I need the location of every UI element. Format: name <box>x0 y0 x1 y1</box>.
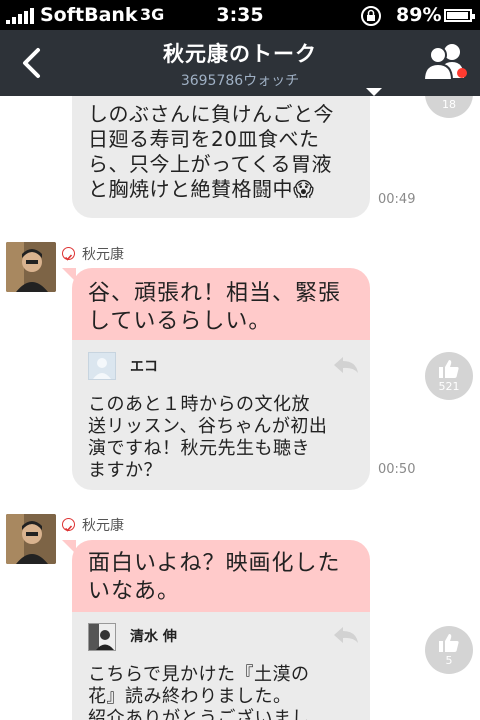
battery-icon <box>444 9 475 22</box>
like-button[interactable]: 521 <box>425 352 473 400</box>
battery-percent: 89% <box>396 4 442 26</box>
dropdown-arrow-icon <box>366 88 382 96</box>
sender-name: 秋元康 <box>82 518 124 534</box>
comment-text: このあと１時からの文化放 送リッスン、谷ちゃんが初出 演ですね！秋元先生も聴き … <box>88 394 328 481</box>
like-count: 18 <box>442 98 456 111</box>
thumbs-up-icon <box>439 634 459 652</box>
like-button[interactable]: 5 <box>425 626 473 674</box>
avatar <box>6 514 56 564</box>
like-count: 521 <box>438 380 460 393</box>
verified-check-icon <box>62 518 75 532</box>
commenter-name: 清水 伸 <box>130 629 177 645</box>
notification-badge <box>457 68 467 78</box>
reply-arrow-icon[interactable] <box>332 354 360 376</box>
verified-check-icon <box>62 247 75 261</box>
message-text: しのぶさんに負けんごと今 日廻る寿司を20皿食べた ら、只今上がってくる胃液 と… <box>88 102 334 201</box>
status-bar: SoftBank 3G 3:35 89% <box>0 0 480 30</box>
page-title: 秋元康のトーク <box>163 42 317 66</box>
avatar <box>6 242 56 292</box>
watch-count: 3695786ウォッチ <box>180 73 300 89</box>
reply-arrow-icon[interactable] <box>332 624 360 646</box>
message-time: 00:49 <box>378 192 416 207</box>
rotation-lock-icon <box>361 6 381 26</box>
chat-header: 秋元康のトーク 3695786ウォッチ <box>0 30 480 96</box>
sender-name: 秋元康 <box>82 247 124 263</box>
commenter-name: エコ <box>130 359 158 375</box>
like-button[interactable]: 18 <box>425 96 473 118</box>
like-count: 5 <box>445 654 453 667</box>
reply-text: 谷、頑張れ！相当、緊張 しているらしい。 <box>88 281 342 334</box>
thumbs-up-icon <box>439 360 459 378</box>
commenter-avatar <box>88 352 116 380</box>
commenter-avatar <box>88 623 116 651</box>
members-button[interactable] <box>420 38 472 86</box>
chat-content[interactable]: しのぶさんに負けんごと今 日廻る寿司を20皿食べた ら、只今上がってくる胃液 と… <box>0 96 480 720</box>
message-time: 00:50 <box>378 462 416 477</box>
comment-text: こちらで見かけた『土漠の 花』読み終わりました。 紹介ありがとうございまし <box>88 664 310 720</box>
reply-text: 面白いよね？映画化した いなあ。 <box>88 551 341 604</box>
